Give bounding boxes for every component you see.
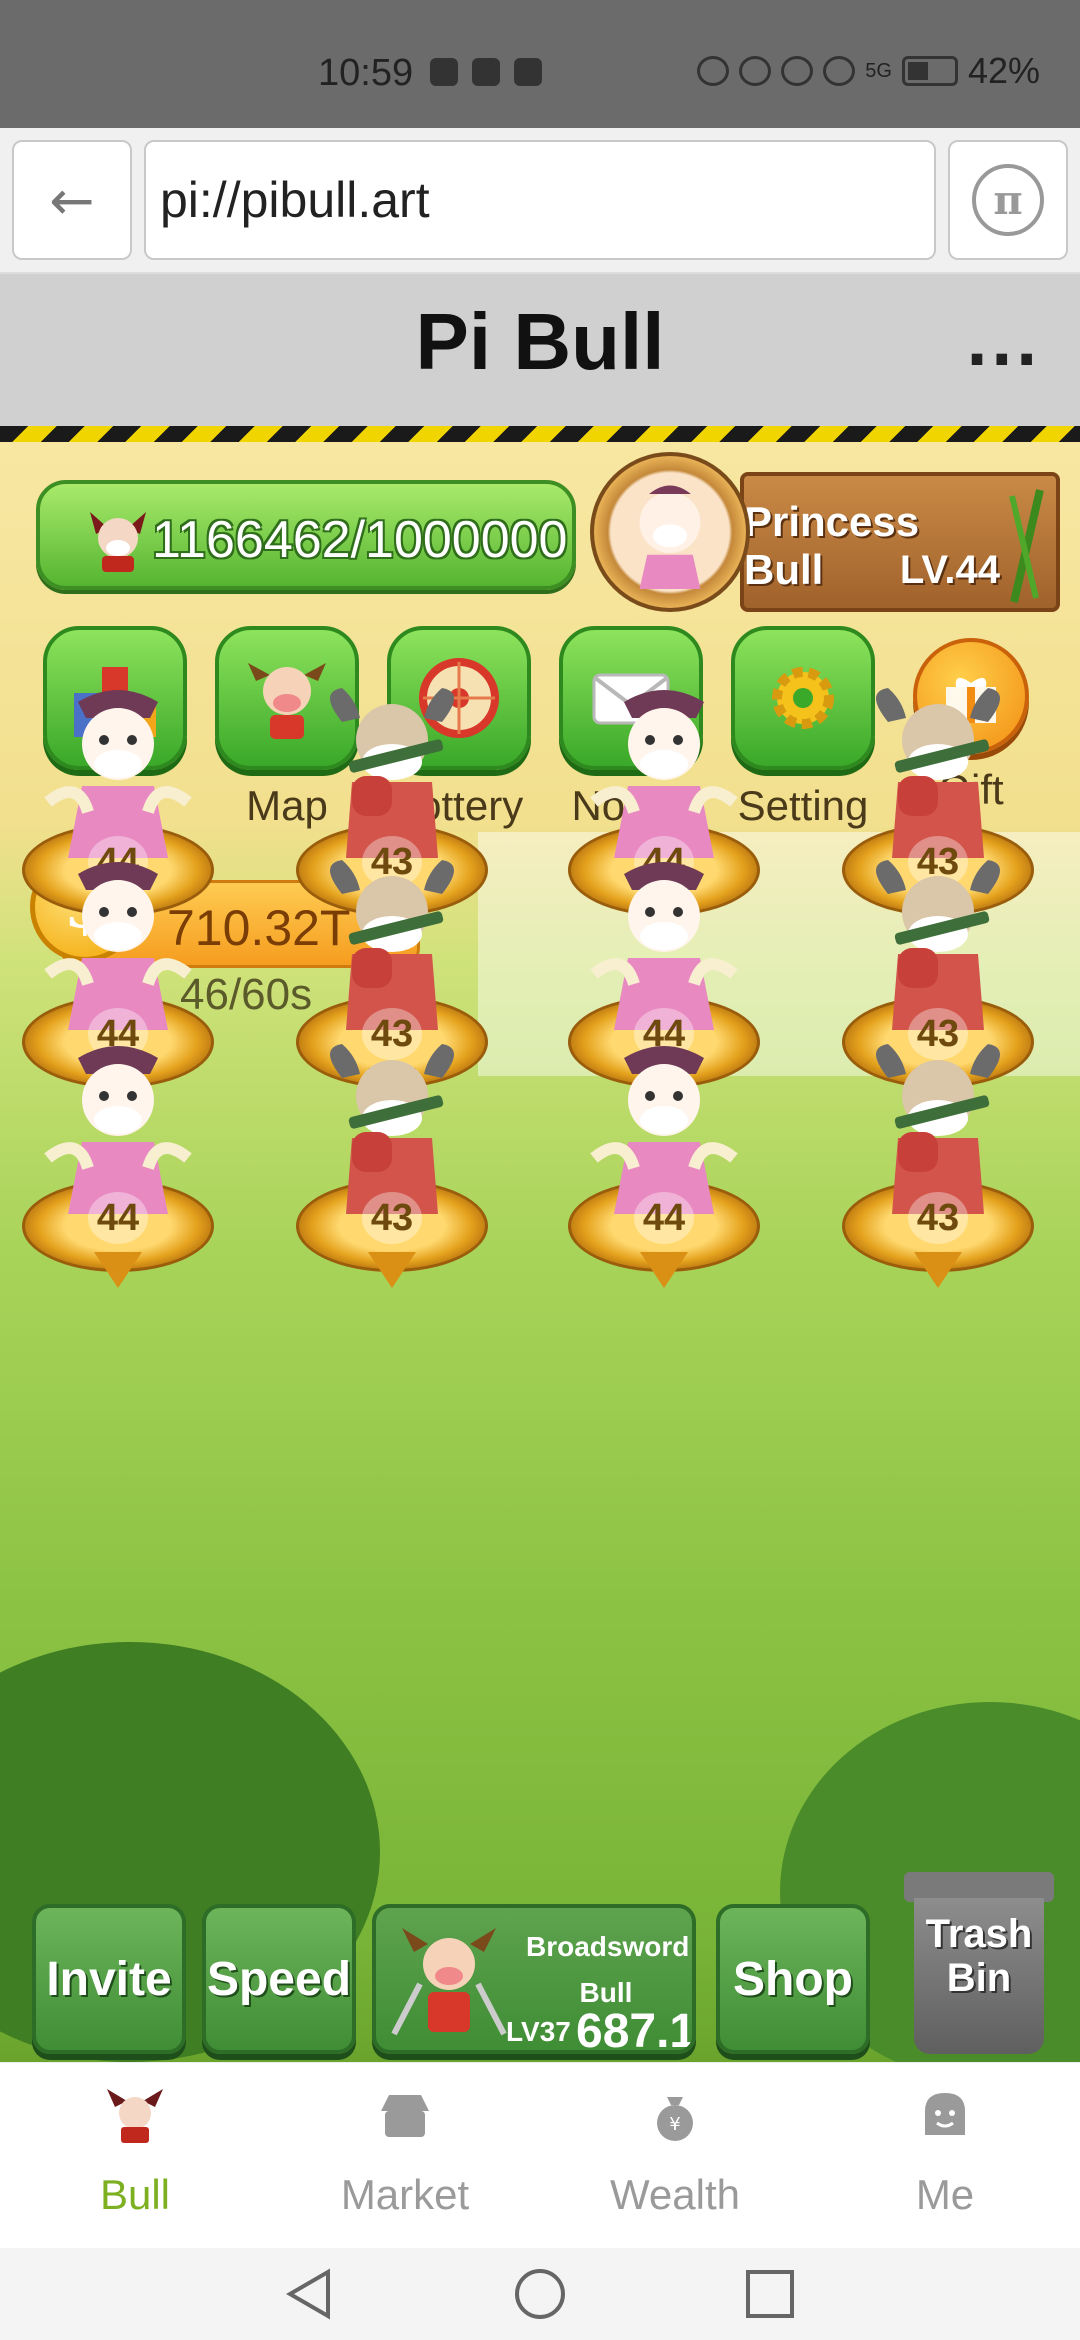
status-bar: 10:59 5G 42% bbox=[0, 0, 1080, 128]
bull-slot[interactable]: 44 bbox=[564, 1038, 764, 1288]
status-time: 10:59 bbox=[318, 52, 414, 94]
back-button[interactable]: ← bbox=[12, 140, 132, 260]
player-level: LV.44 bbox=[899, 548, 1000, 592]
trash-label-line2: Bin bbox=[946, 1956, 1012, 2000]
nav-wealth[interactable]: ¥ Wealth bbox=[540, 2063, 810, 2249]
key-icon bbox=[697, 56, 730, 86]
bull-nav-icon bbox=[107, 2089, 163, 2143]
trash-label-line1: Trash bbox=[925, 1912, 1033, 1956]
network-type: 5G bbox=[865, 59, 892, 82]
message-icon bbox=[472, 58, 500, 86]
system-navigation-bar bbox=[0, 2248, 1080, 2340]
pi-browser-button[interactable]: π bbox=[948, 140, 1068, 260]
hazard-stripe bbox=[0, 426, 1080, 442]
player-avatar[interactable] bbox=[590, 452, 750, 612]
bull-slot[interactable]: 43 bbox=[838, 1038, 1038, 1288]
game-board: 1166462/1000000 Princess Bull LV.44 Top bbox=[0, 442, 1080, 2062]
app-header: Pi Bull ... bbox=[0, 274, 1080, 426]
experience-bar: 1166462/1000000 bbox=[36, 480, 576, 590]
invite-button[interactable]: Invite bbox=[32, 1904, 186, 2054]
bull-slot[interactable]: 44 bbox=[18, 1038, 218, 1288]
wifi-icon bbox=[823, 56, 856, 86]
trash-label: Trash Bin bbox=[914, 1912, 1044, 2000]
home-circle-icon[interactable] bbox=[512, 2266, 568, 2322]
princess-bull-icon bbox=[639, 485, 701, 589]
recents-square-icon[interactable] bbox=[744, 2268, 796, 2320]
svg-text:¥: ¥ bbox=[669, 2114, 680, 2135]
buy-bull-name-line1: Broadsword bbox=[526, 1931, 690, 1962]
system-icons: 5G 42% bbox=[697, 50, 1040, 92]
speed-button[interactable]: Speed bbox=[202, 1904, 356, 2054]
speed-icon bbox=[739, 56, 772, 86]
bull-level-badge: 44 bbox=[634, 1192, 694, 1244]
bell-icon bbox=[514, 58, 542, 86]
player-name-sign: Princess Bull LV.44 bbox=[740, 472, 1060, 612]
money-bag-icon: ¥ bbox=[657, 2097, 693, 2141]
page-title: Pi Bull bbox=[415, 297, 665, 386]
market-store-icon bbox=[381, 2095, 429, 2137]
bamboo-icon bbox=[1009, 489, 1044, 603]
buy-bull-button[interactable]: Broadsword Bull LV37 687.1 bbox=[372, 1904, 696, 2054]
nav-wealth-label: Wealth bbox=[610, 2171, 740, 2218]
shop-button[interactable]: Shop bbox=[716, 1904, 870, 2054]
more-options-button[interactable]: ... bbox=[966, 310, 1040, 380]
buy-bull-name: Broadsword Bull bbox=[526, 1924, 690, 2016]
buy-bull-level: LV37 bbox=[506, 2016, 571, 2047]
bull-avatar-icon bbox=[90, 512, 146, 572]
battery-icon bbox=[901, 56, 958, 86]
nav-me-label: Me bbox=[915, 2171, 975, 2218]
broadsword-bull-icon bbox=[391, 1928, 507, 2036]
user-profile-icon bbox=[925, 2093, 965, 2135]
buy-bull-price: 687.1 bbox=[576, 2005, 696, 2054]
url-field[interactable]: pi://pibull.art bbox=[144, 140, 936, 260]
arrow-left-icon: ← bbox=[49, 168, 95, 232]
browser-toolbar: ← pi://pibull.art π bbox=[0, 128, 1080, 274]
bull-slot[interactable]: 43 bbox=[292, 1038, 492, 1288]
alarm-icon bbox=[781, 56, 814, 86]
gear-icon bbox=[772, 667, 834, 729]
bull-level-badge: 43 bbox=[908, 1192, 968, 1244]
nav-market[interactable]: Market bbox=[270, 2063, 540, 2249]
app-notification-icon bbox=[430, 58, 458, 86]
back-triangle-icon[interactable] bbox=[282, 2266, 338, 2322]
bull-level-badge: 44 bbox=[88, 1192, 148, 1244]
nav-me[interactable]: Me bbox=[810, 2063, 1080, 2249]
nav-bull-label: Bull bbox=[99, 2171, 171, 2218]
experience-value: 1166462/1000000 bbox=[152, 511, 568, 569]
bottom-navigation: Bull Market ¥ Wealth Me bbox=[0, 2062, 1080, 2248]
bull-level-badge: 43 bbox=[362, 1192, 422, 1244]
pi-icon: π bbox=[972, 164, 1044, 236]
nav-bull[interactable]: Bull bbox=[0, 2063, 270, 2249]
battery-percent: 42% bbox=[967, 50, 1040, 91]
trash-bin-button[interactable]: Trash Bin bbox=[904, 1872, 1054, 2054]
nav-market-label: Market bbox=[340, 2171, 470, 2218]
notification-icons bbox=[430, 58, 542, 86]
